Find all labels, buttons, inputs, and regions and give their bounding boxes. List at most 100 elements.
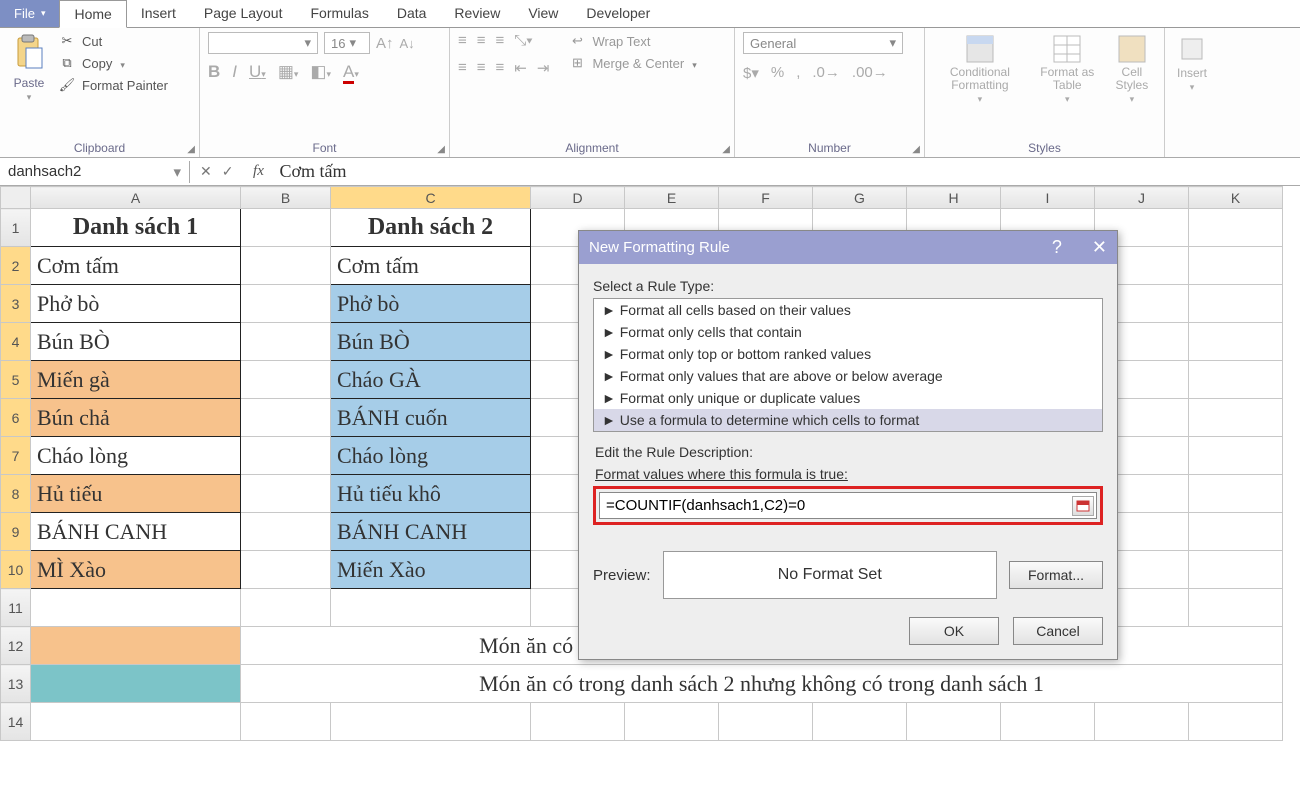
cell-A5[interactable]: Miến gà — [31, 361, 241, 399]
number-launcher-icon[interactable]: ◢ — [912, 144, 920, 155]
merge-center-button[interactable]: ⊞Merge & Center — [566, 54, 698, 72]
cell-C4[interactable]: Bún BÒ — [331, 323, 531, 361]
underline-button[interactable]: U▾ — [249, 62, 266, 82]
clipboard-launcher-icon[interactable]: ◢ — [187, 144, 195, 155]
cell-A8[interactable]: Hủ tiếu — [31, 475, 241, 513]
row-header-7[interactable]: 7 — [1, 437, 31, 475]
cell-A2[interactable]: Cơm tấm — [31, 247, 241, 285]
percent-button[interactable]: % — [771, 64, 784, 82]
menu-tab-formulas[interactable]: Formulas — [296, 0, 382, 27]
close-icon[interactable]: ✕ — [1092, 237, 1107, 258]
menu-tab-developer[interactable]: Developer — [572, 0, 664, 27]
align-left-icon[interactable]: ≡ — [458, 59, 467, 77]
cell-K14[interactable] — [1189, 703, 1283, 741]
cell-A6[interactable]: Bún chả — [31, 399, 241, 437]
number-format-combo[interactable]: General▾ — [743, 32, 903, 54]
rule-type-item[interactable]: ► Use a formula to determine which cells… — [594, 409, 1102, 431]
rule-type-item[interactable]: ► Format only values that are above or b… — [594, 365, 1102, 387]
shrink-font-icon[interactable]: A↓ — [400, 36, 415, 51]
cell-F14[interactable] — [719, 703, 813, 741]
formula-input-field[interactable] — [600, 493, 1070, 518]
cell-I14[interactable] — [1001, 703, 1095, 741]
row-header-1[interactable]: 1 — [1, 209, 31, 247]
font-size-combo[interactable]: 16▾ — [324, 32, 370, 54]
col-header-D[interactable]: D — [531, 187, 625, 209]
menu-tab-home[interactable]: Home — [59, 0, 126, 28]
row-header-14[interactable]: 14 — [1, 703, 31, 741]
cell-K11[interactable] — [1189, 589, 1283, 627]
cell-B3[interactable] — [241, 285, 331, 323]
insert-button[interactable]: Insert▾ — [1173, 32, 1211, 95]
cut-button[interactable]: ✂Cut — [56, 32, 170, 50]
cell-B2[interactable] — [241, 247, 331, 285]
cell-C8[interactable]: Hủ tiếu khô — [331, 475, 531, 513]
select-all-corner[interactable] — [1, 187, 31, 209]
col-header-H[interactable]: H — [907, 187, 1001, 209]
col-header-J[interactable]: J — [1095, 187, 1189, 209]
cell-K3[interactable] — [1189, 285, 1283, 323]
increase-decimal-button[interactable]: .0→ — [812, 64, 840, 82]
formula-input[interactable]: Cơm tấm — [273, 160, 1300, 183]
name-box[interactable]: danhsach2 ▾ — [0, 161, 190, 183]
cell-B6[interactable] — [241, 399, 331, 437]
cell-K9[interactable] — [1189, 513, 1283, 551]
help-icon[interactable]: ? — [1052, 237, 1062, 258]
format-painter-button[interactable]: 🖌Format Painter — [56, 76, 170, 94]
col-header-K[interactable]: K — [1189, 187, 1283, 209]
cell-C1[interactable]: Danh sách 2 — [331, 209, 531, 247]
indent-dec-icon[interactable]: ⇤ — [514, 59, 527, 77]
menu-tab-page-layout[interactable]: Page Layout — [190, 0, 297, 27]
cell-G14[interactable] — [813, 703, 907, 741]
cell-B9[interactable] — [241, 513, 331, 551]
cell-C2[interactable]: Cơm tấm — [331, 247, 531, 285]
cell-E14[interactable] — [625, 703, 719, 741]
align-right-icon[interactable]: ≡ — [496, 59, 505, 77]
cell-K6[interactable] — [1189, 399, 1283, 437]
col-header-E[interactable]: E — [625, 187, 719, 209]
col-header-F[interactable]: F — [719, 187, 813, 209]
cell-B4[interactable] — [241, 323, 331, 361]
col-header-B[interactable]: B — [241, 187, 331, 209]
row-header-6[interactable]: 6 — [1, 399, 31, 437]
refedit-icon[interactable] — [1072, 496, 1094, 516]
cell-C11[interactable] — [331, 589, 531, 627]
cell-A4[interactable]: Bún BÒ — [31, 323, 241, 361]
col-header-G[interactable]: G — [813, 187, 907, 209]
fill-color-button[interactable]: ◧▾ — [310, 62, 331, 82]
row-header-13[interactable]: 13 — [1, 665, 31, 703]
menu-tab-data[interactable]: Data — [383, 0, 441, 27]
cell-K1[interactable] — [1189, 209, 1283, 247]
cell-legend-13[interactable]: Món ăn có trong danh sách 2 nhưng không … — [241, 665, 1283, 703]
cell-K10[interactable] — [1189, 551, 1283, 589]
menu-tab-view[interactable]: View — [514, 0, 572, 27]
cell-B5[interactable] — [241, 361, 331, 399]
cell-J14[interactable] — [1095, 703, 1189, 741]
cell-B8[interactable] — [241, 475, 331, 513]
alignment-launcher-icon[interactable]: ◢ — [722, 144, 730, 155]
cell-A12[interactable] — [31, 627, 241, 665]
row-header-10[interactable]: 10 — [1, 551, 31, 589]
cell-styles-button[interactable]: Cell Styles▾ — [1108, 32, 1156, 107]
font-name-combo[interactable]: ▾ — [208, 32, 318, 54]
cell-K8[interactable] — [1189, 475, 1283, 513]
cell-A9[interactable]: BÁNH CANH — [31, 513, 241, 551]
cell-A13[interactable] — [31, 665, 241, 703]
row-header-5[interactable]: 5 — [1, 361, 31, 399]
cell-A7[interactable]: Cháo lòng — [31, 437, 241, 475]
cell-A3[interactable]: Phở bò — [31, 285, 241, 323]
cell-C9[interactable]: BÁNH CANH — [331, 513, 531, 551]
align-middle-icon[interactable]: ≡ — [477, 32, 486, 49]
row-header-12[interactable]: 12 — [1, 627, 31, 665]
cell-A10[interactable]: MÌ Xào — [31, 551, 241, 589]
dialog-titlebar[interactable]: New Formatting Rule ? ✕ — [579, 231, 1117, 264]
cell-K2[interactable] — [1189, 247, 1283, 285]
paste-button[interactable]: Paste ▾ — [8, 32, 50, 105]
rule-type-item[interactable]: ► Format all cells based on their values — [594, 299, 1102, 321]
cell-C6[interactable]: BÁNH cuốn — [331, 399, 531, 437]
bold-button[interactable]: B — [208, 62, 220, 82]
font-color-button[interactable]: A▾ — [343, 62, 359, 82]
cell-C5[interactable]: Cháo GÀ — [331, 361, 531, 399]
cell-B7[interactable] — [241, 437, 331, 475]
cancel-formula-icon[interactable]: ✕ — [200, 163, 212, 180]
row-header-2[interactable]: 2 — [1, 247, 31, 285]
